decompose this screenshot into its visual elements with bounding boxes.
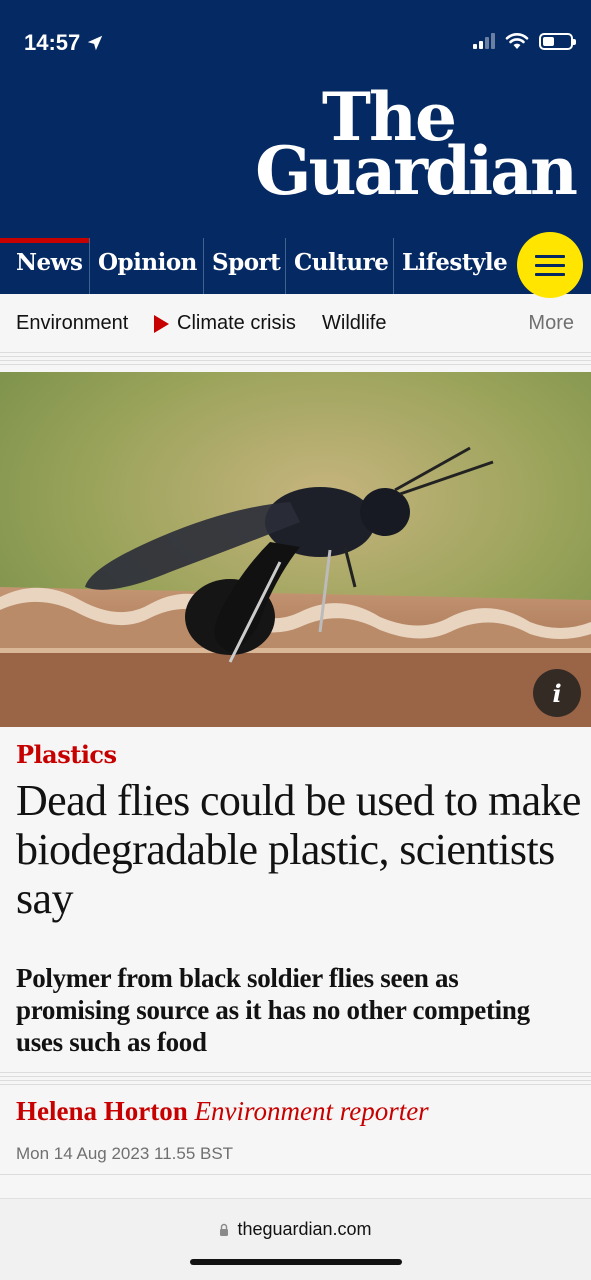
triangle-right-icon: [154, 315, 169, 333]
guardian-logo[interactable]: The Guardian: [255, 84, 578, 211]
divider: [0, 352, 591, 368]
nav-opinion[interactable]: Opinion: [89, 238, 203, 294]
divider: [0, 1174, 591, 1178]
nav-sport[interactable]: Sport: [203, 238, 285, 294]
article-standfirst: Polymer from black soldier flies seen as…: [16, 963, 530, 1057]
hamburger-menu-icon[interactable]: [517, 232, 583, 298]
nav-culture[interactable]: Culture: [285, 238, 393, 294]
divider: [0, 1072, 591, 1088]
status-time: 14:57: [24, 30, 81, 55]
url-display[interactable]: theguardian.com: [0, 1219, 591, 1240]
url-text: theguardian.com: [237, 1219, 372, 1239]
subnav-climate-crisis[interactable]: Climate crisis: [177, 312, 296, 335]
status-time-group: 14:57: [24, 30, 104, 56]
lock-icon: [220, 1223, 229, 1236]
nav-news[interactable]: News: [0, 238, 89, 294]
status-icons: [473, 32, 576, 50]
image-info-button[interactable]: i: [533, 669, 581, 717]
subnav-more[interactable]: More: [528, 312, 574, 335]
subnav: Environment Climate crisis Wildlife More: [0, 294, 591, 352]
author-role: Environment reporter: [194, 1096, 429, 1126]
nav-lifestyle[interactable]: Lifestyle: [393, 238, 521, 294]
section-kicker[interactable]: Plastics: [16, 740, 117, 769]
article-headline: Dead flies could be used to make biodegr…: [16, 776, 581, 923]
logo-line-2: Guardian: [255, 132, 578, 211]
battery-icon: [539, 32, 576, 50]
subnav-wildlife[interactable]: Wildlife: [322, 312, 386, 335]
subnav-environment[interactable]: Environment: [16, 312, 128, 335]
masthead: 14:57 The Guardian: [0, 0, 591, 238]
location-arrow-icon: [88, 35, 103, 51]
home-indicator[interactable]: [190, 1259, 402, 1265]
wifi-icon: [505, 33, 529, 49]
pillar-nav: News Opinion Sport Culture Lifestyle: [0, 238, 591, 294]
hero-image: i: [0, 372, 591, 727]
byline: Helena Horton Environment reporter: [16, 1096, 429, 1127]
browser-url-bar[interactable]: theguardian.com: [0, 1198, 591, 1280]
author-name[interactable]: Helena Horton: [16, 1096, 188, 1126]
cellular-signal-icon: [473, 33, 495, 49]
publish-date: Mon 14 Aug 2023 11.55 BST: [16, 1144, 234, 1163]
fly-photo: [0, 372, 591, 727]
